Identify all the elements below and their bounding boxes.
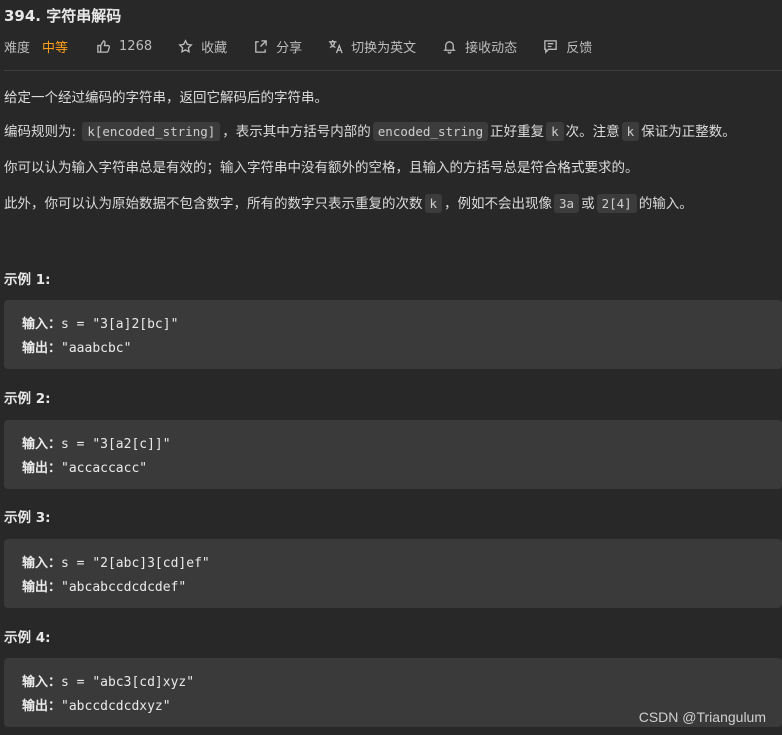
description-paragraph-1: 给定一个经过编码的字符串，返回它解码后的字符串。 <box>4 90 328 106</box>
output-label: 输出： <box>22 341 62 356</box>
input-value: s = "abc3[cd]xyz" <box>61 675 195 690</box>
example-input: 输入：s = "3[a2[c]]" <box>22 433 171 452</box>
text-span: ，表示其中方括号内部的 <box>222 124 371 140</box>
text-span: ，例如不会出现像 <box>444 196 553 212</box>
example-title: 示例 2: <box>4 391 51 407</box>
output-value: "abccdcdcdxyz" <box>61 699 171 714</box>
problem-title: 394. 字符串解码 <box>4 7 122 25</box>
difficulty-value: 中等 <box>42 40 69 56</box>
example-output: 输出："abccdcdcdxyz" <box>22 695 171 714</box>
example-title: 示例 4: <box>4 630 51 646</box>
text-span: 编码规则为: <box>4 124 81 140</box>
output-label: 输出： <box>22 461 62 476</box>
output-value: "accaccacc" <box>61 461 148 476</box>
input-label: 输入： <box>22 556 62 571</box>
example-title: 示例 1: <box>4 272 51 288</box>
favorite-button[interactable]: 收藏 <box>178 37 227 56</box>
description-paragraph-2: 编码规则为: k[encoded_string] ，表示其中方括号内部的 encod… <box>4 121 736 143</box>
translate-icon <box>329 39 343 53</box>
example-title: 示例 3: <box>4 510 51 526</box>
feedback-button[interactable]: 反馈 <box>543 37 592 56</box>
share-icon <box>255 39 267 53</box>
example-input: 输入：s = "2[abc]3[cd]ef" <box>22 552 210 571</box>
inline-code: 3a <box>554 194 580 213</box>
feedback-icon <box>544 39 557 54</box>
example-block: 输入：s = "3[a]2[bc]" 输出："aaabcbc" <box>4 300 782 369</box>
input-label: 输入： <box>22 317 62 332</box>
inline-code: k <box>424 194 443 213</box>
example-input: 输入：s = "abc3[cd]xyz" <box>22 671 194 690</box>
example-block: 输入：s = "3[a2[c]]" 输出："accaccacc" <box>4 420 782 489</box>
like-count: 1268 <box>119 38 153 54</box>
example-input: 输入：s = "3[a]2[bc]" <box>22 313 178 332</box>
text-span: 保证为正整数。 <box>641 124 736 140</box>
translate-button[interactable]: 切换为英文 <box>328 37 416 56</box>
share-button[interactable]: 分享 <box>253 37 302 56</box>
text-span: 次。注意 <box>565 124 620 140</box>
example-output: 输出："accaccacc" <box>22 457 147 476</box>
inline-code: 2[4] <box>596 194 637 213</box>
output-label: 输出： <box>22 580 62 595</box>
feedback-label: 反馈 <box>566 40 593 56</box>
input-value: s = "3[a2[c]]" <box>61 437 171 452</box>
output-value: "aaabcbc" <box>61 341 132 356</box>
like-button[interactable]: 1268 <box>96 39 152 54</box>
example-block: 输入：s = "2[abc]3[cd]ef" 输出："abcabccdcdcde… <box>4 539 782 608</box>
description-paragraph-3: 你可以认为输入字符串总是有效的；输入字符串中没有额外的空格，且输入的方括号总是符… <box>4 160 639 176</box>
example-output: 输出："abcabccdcdcdef" <box>22 576 186 595</box>
example-output: 输出："aaabcbc" <box>22 337 131 356</box>
share-label: 分享 <box>276 40 303 56</box>
inline-code: k[encoded_string] <box>82 122 221 141</box>
difficulty-label: 难度 <box>4 40 31 56</box>
problem-meta-bar: 难度 中等 1268 收藏 分享 切换为英文 接收动态 反馈 <box>4 36 618 56</box>
input-label: 输入： <box>22 437 62 452</box>
subscribe-button[interactable]: 接收动态 <box>442 37 517 56</box>
input-value: s = "3[a]2[bc]" <box>61 317 179 332</box>
description-paragraph-4: 此外，你可以认为原始数据不包含数字，所有的数字只表示重复的次数 k ，例如不会出现像… <box>4 193 693 215</box>
text-span: 此外，你可以认为原始数据不包含数字，所有的数字只表示重复的次数 <box>4 196 423 212</box>
translate-label: 切换为英文 <box>351 40 417 56</box>
bell-icon <box>443 40 456 54</box>
favorite-label: 收藏 <box>201 40 228 56</box>
star-icon <box>178 38 193 53</box>
output-value: "abcabccdcdcdef" <box>61 580 187 595</box>
thumbs-up-icon <box>97 39 111 53</box>
inline-code: k <box>621 122 640 141</box>
inline-code: encoded_string <box>372 122 489 141</box>
inline-code: k <box>546 122 564 141</box>
subscribe-label: 接收动态 <box>465 40 518 56</box>
divider <box>4 70 782 71</box>
text-span: 正好重复 <box>490 124 545 140</box>
input-label: 输入： <box>22 675 62 690</box>
text-span: 或 <box>581 196 595 212</box>
output-label: 输出： <box>22 699 62 714</box>
watermark: CSDN @Triangulum <box>638 709 766 725</box>
input-value: s = "2[abc]3[cd]ef" <box>61 556 210 571</box>
text-span: 的输入。 <box>638 196 693 212</box>
